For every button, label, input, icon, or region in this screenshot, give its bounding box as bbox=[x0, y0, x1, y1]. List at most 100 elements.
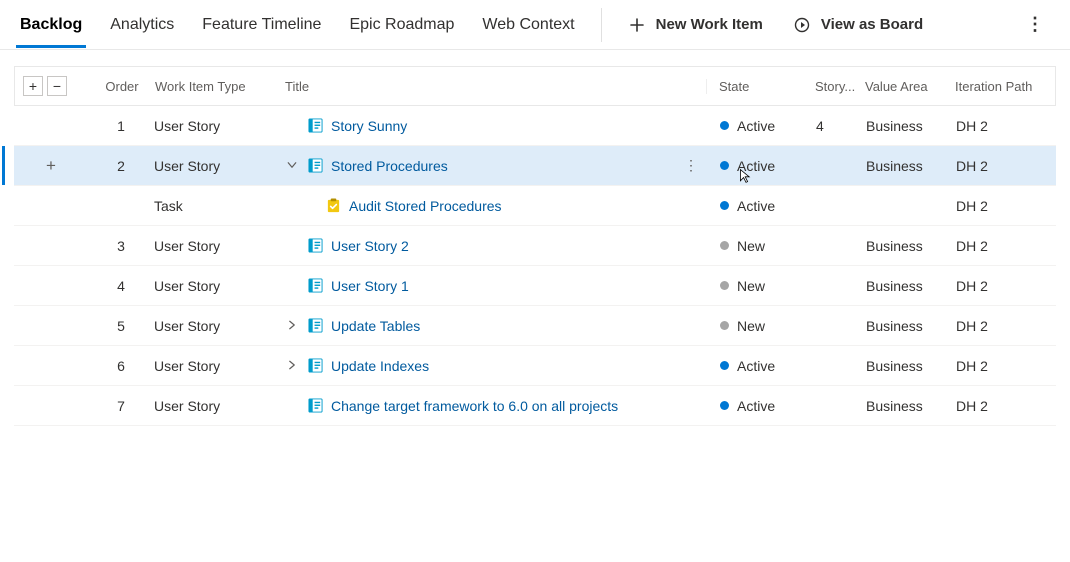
col-header-title[interactable]: Title bbox=[275, 79, 707, 94]
task-icon bbox=[326, 198, 341, 213]
cell-iteration: DH 2 bbox=[956, 278, 1056, 294]
cell-value-area: Business bbox=[866, 358, 956, 374]
new-work-item-button[interactable]: New Work Item bbox=[628, 16, 763, 34]
cell-order: 7 bbox=[88, 398, 154, 414]
work-item-title-link[interactable]: Update Indexes bbox=[331, 358, 429, 374]
tab-web-context[interactable]: Web Context bbox=[482, 4, 574, 46]
nav-tabs: Backlog Analytics Feature Timeline Epic Roa… bbox=[20, 4, 575, 46]
state-text: Active bbox=[737, 398, 775, 414]
cell-iteration: DH 2 bbox=[956, 358, 1056, 374]
plus-icon bbox=[628, 16, 646, 34]
view-as-board-button[interactable]: View as Board bbox=[793, 16, 923, 34]
tab-analytics[interactable]: Analytics bbox=[110, 4, 174, 46]
cell-state: New bbox=[708, 318, 816, 334]
cell-title: Change target framework to 6.0 on all pr… bbox=[274, 398, 680, 414]
table-row[interactable]: +6User StoryUpdate Indexes⋮ActiveBusines… bbox=[14, 346, 1056, 386]
cell-order: 5 bbox=[88, 318, 154, 334]
cell-iteration: DH 2 bbox=[956, 238, 1056, 254]
col-header-type[interactable]: Work Item Type bbox=[155, 79, 275, 94]
collapse-all-button[interactable]: − bbox=[47, 76, 67, 96]
expand-all-button[interactable]: + bbox=[23, 76, 43, 96]
col-header-iteration[interactable]: Iteration Path bbox=[955, 79, 1055, 94]
cell-state: Active bbox=[708, 398, 816, 414]
grid-header: + − Order Work Item Type Title State Sto… bbox=[14, 66, 1056, 106]
cell-title: User Story 1 bbox=[274, 278, 680, 294]
cell-order: 6 bbox=[88, 358, 154, 374]
tab-backlog[interactable]: Backlog bbox=[20, 4, 82, 46]
row-more-options-button[interactable]: ⋮ bbox=[680, 157, 702, 174]
cell-state: New bbox=[708, 238, 816, 254]
cell-type: User Story bbox=[154, 238, 274, 254]
cell-state: Active bbox=[708, 358, 816, 374]
cell-title: Audit Stored Procedures bbox=[274, 198, 680, 214]
user-story-icon bbox=[308, 358, 323, 373]
cell-value-area: Business bbox=[866, 238, 956, 254]
work-item-title-link[interactable]: User Story 2 bbox=[331, 238, 409, 254]
state-dot-icon bbox=[720, 201, 729, 210]
new-work-item-label: New Work Item bbox=[656, 16, 763, 33]
work-item-title-link[interactable]: Story Sunny bbox=[331, 118, 407, 134]
cell-title: Stored Procedures bbox=[274, 158, 680, 174]
chevron-right-icon[interactable] bbox=[284, 359, 300, 371]
chevron-right-icon[interactable] bbox=[284, 319, 300, 331]
state-dot-icon bbox=[720, 361, 729, 370]
cell-state: New bbox=[708, 278, 816, 294]
divider bbox=[601, 8, 602, 42]
table-row[interactable]: +2User StoryStored Procedures⋮ActiveBusi… bbox=[14, 146, 1056, 186]
view-as-board-label: View as Board bbox=[821, 16, 923, 33]
tab-feature-timeline[interactable]: Feature Timeline bbox=[202, 4, 321, 46]
cell-state: Active bbox=[708, 118, 816, 134]
top-actions: New Work Item View as Board bbox=[628, 16, 924, 34]
state-text: Active bbox=[737, 158, 775, 174]
table-row[interactable]: +7User StoryChange target framework to 6… bbox=[14, 386, 1056, 426]
cell-order: 4 bbox=[88, 278, 154, 294]
user-story-icon bbox=[308, 118, 323, 133]
cell-title: Update Tables bbox=[274, 318, 680, 334]
state-text: New bbox=[737, 318, 765, 334]
work-item-title-link[interactable]: Audit Stored Procedures bbox=[349, 198, 502, 214]
user-story-icon bbox=[308, 238, 323, 253]
state-text: Active bbox=[737, 198, 775, 214]
cell-type: Task bbox=[154, 198, 274, 214]
board-icon bbox=[793, 16, 811, 34]
state-dot-icon bbox=[720, 121, 729, 130]
cell-iteration: DH 2 bbox=[956, 318, 1056, 334]
cell-state: Active bbox=[708, 198, 816, 214]
user-story-icon bbox=[308, 278, 323, 293]
user-story-icon bbox=[308, 158, 323, 173]
table-row[interactable]: +3User StoryUser Story 2⋮NewBusinessDH 2 bbox=[14, 226, 1056, 266]
cell-title: User Story 2 bbox=[274, 238, 680, 254]
state-dot-icon bbox=[720, 161, 729, 170]
table-row[interactable]: +TaskAudit Stored Procedures⋮ActiveDH 2 bbox=[14, 186, 1056, 226]
state-dot-icon bbox=[720, 241, 729, 250]
cell-type: User Story bbox=[154, 318, 274, 334]
cell-iteration: DH 2 bbox=[956, 198, 1056, 214]
user-story-icon bbox=[308, 318, 323, 333]
work-item-title-link[interactable]: User Story 1 bbox=[331, 278, 409, 294]
table-row[interactable]: +5User StoryUpdate Tables⋮NewBusinessDH … bbox=[14, 306, 1056, 346]
cell-order: 2 bbox=[88, 158, 154, 174]
work-item-title-link[interactable]: Update Tables bbox=[331, 318, 420, 334]
state-text: New bbox=[737, 278, 765, 294]
col-header-state[interactable]: State bbox=[707, 79, 815, 94]
cell-value-area: Business bbox=[866, 158, 956, 174]
cell-iteration: DH 2 bbox=[956, 158, 1056, 174]
cell-value-area: Business bbox=[866, 118, 956, 134]
col-header-storypoints[interactable]: Story... bbox=[815, 79, 865, 94]
chevron-down-icon[interactable] bbox=[284, 159, 300, 171]
state-dot-icon bbox=[720, 401, 729, 410]
col-header-value[interactable]: Value Area bbox=[865, 79, 955, 94]
work-item-title-link[interactable]: Change target framework to 6.0 on all pr… bbox=[331, 398, 618, 414]
cell-story-points: 4 bbox=[816, 118, 866, 134]
cell-value-area: Business bbox=[866, 318, 956, 334]
table-row[interactable]: +1User StoryStory Sunny⋮Active4BusinessD… bbox=[14, 106, 1056, 146]
work-item-title-link[interactable]: Stored Procedures bbox=[331, 158, 448, 174]
col-header-order[interactable]: Order bbox=[89, 79, 155, 94]
add-child-button[interactable]: + bbox=[14, 156, 88, 176]
cell-type: User Story bbox=[154, 278, 274, 294]
cell-order: 3 bbox=[88, 238, 154, 254]
tab-epic-roadmap[interactable]: Epic Roadmap bbox=[349, 4, 454, 46]
table-row[interactable]: +4User StoryUser Story 1⋮NewBusinessDH 2 bbox=[14, 266, 1056, 306]
state-dot-icon bbox=[720, 281, 729, 290]
more-options-button[interactable]: ⋮ bbox=[1020, 8, 1050, 41]
